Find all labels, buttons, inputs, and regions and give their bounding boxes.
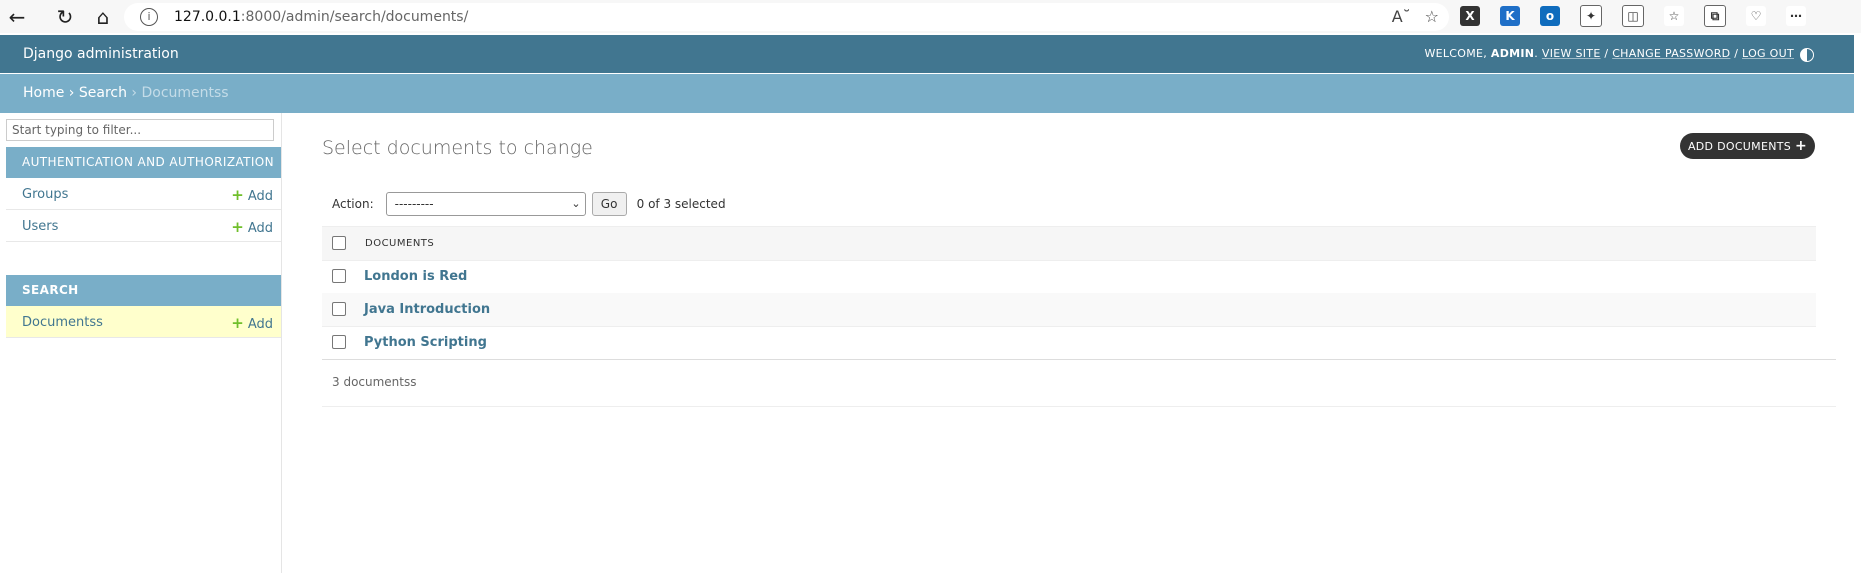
documentss-link[interactable]: Documentss <box>22 315 103 330</box>
user-tools: WELCOME, ADMIN. VIEW SITE / CHANGE PASSW… <box>1424 47 1794 60</box>
change-password-link[interactable]: CHANGE PASSWORD <box>1612 47 1730 60</box>
chevron-down-icon: ⌄ <box>571 197 581 210</box>
table-row: Python Scripting <box>322 326 1816 360</box>
add-plus-icon: + <box>231 218 244 236</box>
site-info-icon[interactable]: i <box>140 8 158 26</box>
welcome-text: WELCOME, <box>1424 47 1488 60</box>
log-out-link[interactable]: LOG OUT <box>1742 47 1794 60</box>
back-icon[interactable]: ← <box>0 0 34 33</box>
extension-k-icon[interactable]: K <box>1500 6 1520 26</box>
row-checkbox[interactable] <box>332 335 346 349</box>
address-bar[interactable]: i 127.0.0.1:8000/admin/search/documents/… <box>124 3 1449 31</box>
actions-bar: Action: --------- ⌄ Go 0 of 3 selected <box>332 192 726 216</box>
favorites-icon[interactable]: ☆ <box>1664 6 1684 26</box>
action-label: Action: <box>332 197 374 211</box>
documentss-add-link[interactable]: + Add <box>231 314 273 332</box>
favorite-star-icon[interactable]: ☆ <box>1425 7 1439 26</box>
theme-toggle-icon[interactable] <box>1800 48 1814 62</box>
breadcrumb-search[interactable]: Search <box>79 85 127 101</box>
row-link[interactable]: Java Introduction <box>364 302 490 317</box>
username: ADMIN <box>1490 47 1535 60</box>
selection-counter: 0 of 3 selected <box>636 197 726 211</box>
action-select[interactable]: --------- ⌄ <box>385 192 586 216</box>
row-checkbox[interactable] <box>332 302 346 316</box>
breadcrumb-current: Documentss <box>141 85 229 101</box>
site-header: Django administration WELCOME, ADMIN. VI… <box>0 35 1854 73</box>
plus-icon: + <box>1795 138 1808 154</box>
result-count: 3 documentss <box>332 375 417 389</box>
sidebar-filter-input[interactable] <box>6 119 274 141</box>
app-caption-search[interactable]: SEARCH <box>6 275 281 306</box>
nav-sidebar: AUTHENTICATION AND AUTHORIZATION Groups … <box>0 113 282 573</box>
sidebar-item-users: Users + Add <box>6 210 281 242</box>
refresh-icon[interactable]: ↻ <box>48 0 82 33</box>
more-menu-icon[interactable]: ⋯ <box>1786 6 1806 26</box>
add-documents-button[interactable]: ADD DOCUMENTS + <box>1680 133 1815 159</box>
collections-icon[interactable]: ⧉ <box>1704 5 1726 27</box>
app-caption-auth[interactable]: AUTHENTICATION AND AUTHORIZATION <box>6 147 281 178</box>
read-aloud-icon[interactable]: A˘ <box>1392 7 1411 26</box>
sidebar-item-groups: Groups + Add <box>6 178 281 210</box>
users-link[interactable]: Users <box>22 219 58 234</box>
sidebar-item-documentss: Documentss + Add <box>6 306 281 338</box>
browser-toolbar: ← ↻ ⌂ i 127.0.0.1:8000/admin/search/docu… <box>0 0 1861 33</box>
select-all-checkbox[interactable] <box>332 236 346 250</box>
users-add-link[interactable]: + Add <box>231 218 273 236</box>
home-icon[interactable]: ⌂ <box>86 0 120 33</box>
breadcrumb: Home › Search › Documentss <box>0 74 1854 113</box>
row-checkbox[interactable] <box>332 269 346 283</box>
groups-add-link[interactable]: + Add <box>231 186 273 204</box>
breadcrumb-home[interactable]: Home <box>23 85 64 101</box>
view-site-link[interactable]: VIEW SITE <box>1542 47 1601 60</box>
paginator: 3 documentss <box>322 359 1836 407</box>
site-branding[interactable]: Django administration <box>23 46 179 62</box>
browser-essentials-icon[interactable]: ♡ <box>1746 6 1766 26</box>
url-text[interactable]: 127.0.0.1:8000/admin/search/documents/ <box>174 9 468 25</box>
add-plus-icon: + <box>231 186 244 204</box>
groups-link[interactable]: Groups <box>22 187 68 202</box>
add-plus-icon: + <box>231 314 244 332</box>
outlook-icon[interactable]: o <box>1540 6 1560 26</box>
column-header-documents[interactable]: DOCUMENTS <box>365 238 434 249</box>
row-link[interactable]: London is Red <box>364 269 467 284</box>
page-title: Select documents to change <box>322 137 593 159</box>
table-header: DOCUMENTS <box>322 226 1816 261</box>
row-link[interactable]: Python Scripting <box>364 335 487 350</box>
go-button[interactable]: Go <box>591 192 627 216</box>
extensions-puzzle-icon[interactable]: ✦ <box>1580 5 1602 27</box>
table-row: London is Red <box>322 260 1816 294</box>
table-row: Java Introduction <box>322 293 1816 327</box>
extension-x-icon[interactable]: X <box>1460 6 1480 26</box>
split-screen-icon[interactable]: ◫ <box>1622 5 1644 27</box>
